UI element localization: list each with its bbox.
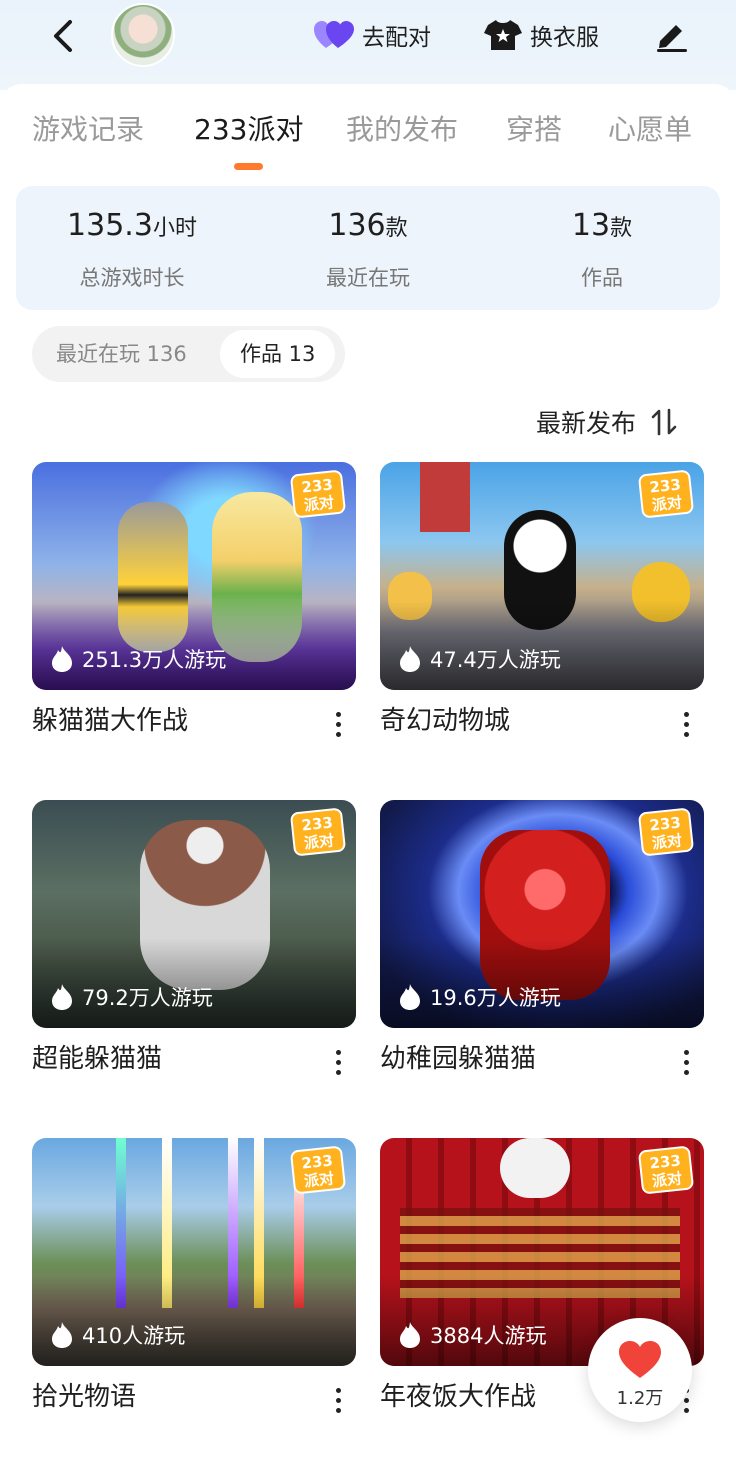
game-title[interactable]: 奇幻动物城 xyxy=(380,700,510,737)
game-thumbnail[interactable]: 233 派对 19.6万人游玩 xyxy=(380,800,704,1028)
stat-value: 13 xyxy=(571,208,611,243)
more-options-icon[interactable] xyxy=(328,1384,348,1418)
like-count: 1.2万 xyxy=(616,1388,664,1409)
game-thumbnail[interactable]: 233 派对 251.3万人游玩 xyxy=(32,462,356,690)
tab-game-records[interactable]: 游戏记录 xyxy=(32,108,144,148)
stat-unit: 款 xyxy=(610,216,633,241)
play-count: 3884人游玩 xyxy=(398,1320,546,1350)
flame-icon xyxy=(400,984,420,1010)
stat-label: 总游戏时长 xyxy=(79,266,185,290)
stat-label: 最近在玩 xyxy=(326,266,410,290)
avatar[interactable] xyxy=(111,3,175,67)
sort-label: 最新发布 xyxy=(536,409,637,438)
like-button[interactable]: 1.2万 xyxy=(588,1318,692,1422)
flame-icon xyxy=(52,1322,72,1348)
233-party-badge: 233 派对 xyxy=(289,1145,347,1195)
stat-label: 作品 xyxy=(581,266,623,290)
tab-wishlist[interactable]: 心愿单 xyxy=(608,108,692,148)
match-label: 去配对 xyxy=(362,25,431,51)
play-count: 79.2万人游玩 xyxy=(50,982,213,1012)
game-title[interactable]: 年夜饭大作战 xyxy=(380,1376,536,1413)
stat-value: 135.3 xyxy=(67,208,153,243)
flame-icon xyxy=(400,646,420,672)
233-party-badge: 233 派对 xyxy=(637,469,695,519)
game-title[interactable]: 超能躲猫猫 xyxy=(32,1038,162,1075)
tab-bar: 游戏记录 233派对 我的发布 穿搭 心愿单 xyxy=(0,108,736,148)
game-thumbnail[interactable]: 233 派对 47.4万人游玩 xyxy=(380,462,704,690)
stats-card: 135.3小时 总游戏时长 136款 最近在玩 13款 作品 xyxy=(16,186,720,310)
play-count: 410人游玩 xyxy=(50,1320,185,1350)
tshirt-star-icon xyxy=(484,20,522,50)
233-party-badge: 233 派对 xyxy=(637,807,695,857)
heart-icon xyxy=(619,1341,661,1378)
play-count: 47.4万人游玩 xyxy=(398,644,561,674)
stat-unit: 款 xyxy=(385,216,408,241)
more-options-icon[interactable] xyxy=(328,708,348,742)
chevron-left-icon xyxy=(54,20,72,52)
filter-segment: 最近在玩 136 作品 13 xyxy=(32,326,345,382)
segment-works[interactable]: 作品 13 xyxy=(220,330,336,378)
pencil-icon xyxy=(657,25,687,52)
game-title[interactable]: 幼稚园躲猫猫 xyxy=(380,1038,536,1075)
flame-icon xyxy=(52,984,72,1010)
active-tab-indicator xyxy=(234,163,263,170)
segment-recent-playing[interactable]: 最近在玩 136 xyxy=(36,330,207,378)
stat-value: 136 xyxy=(328,208,386,243)
wardrobe-label: 换衣服 xyxy=(530,25,599,51)
sort-dropdown[interactable]: 最新发布 xyxy=(536,404,678,440)
wardrobe-button[interactable]: 换衣服 xyxy=(484,17,599,53)
game-title[interactable]: 拾光物语 xyxy=(32,1376,136,1413)
heart-pair-icon xyxy=(314,21,354,48)
more-options-icon[interactable] xyxy=(676,708,696,742)
flame-icon xyxy=(52,646,72,672)
play-count: 19.6万人游玩 xyxy=(398,982,561,1012)
play-count: 251.3万人游玩 xyxy=(50,644,226,674)
tab-outfits[interactable]: 穿搭 xyxy=(506,108,562,148)
233-party-badge: 233 派对 xyxy=(289,807,347,857)
match-button[interactable]: 去配对 xyxy=(314,17,431,53)
stat-unit: 小时 xyxy=(152,216,197,241)
game-thumbnail[interactable]: 233 派对 79.2万人游玩 xyxy=(32,800,356,1028)
tab-my-posts[interactable]: 我的发布 xyxy=(346,108,458,148)
top-bar: 去配对 换衣服 xyxy=(0,0,736,80)
game-title[interactable]: 躲猫猫大作战 xyxy=(32,700,188,737)
game-thumbnail[interactable]: 233 派对 410人游玩 xyxy=(32,1138,356,1366)
233-party-badge: 233 派对 xyxy=(637,1145,695,1195)
sort-arrows-icon xyxy=(651,408,677,436)
tab-233-party[interactable]: 233派对 xyxy=(194,108,303,148)
more-options-icon[interactable] xyxy=(676,1046,696,1080)
more-options-icon[interactable] xyxy=(328,1046,348,1080)
233-party-badge: 233 派对 xyxy=(289,469,347,519)
edit-button[interactable] xyxy=(654,17,690,53)
back-button[interactable] xyxy=(42,14,86,58)
flame-icon xyxy=(400,1322,420,1348)
